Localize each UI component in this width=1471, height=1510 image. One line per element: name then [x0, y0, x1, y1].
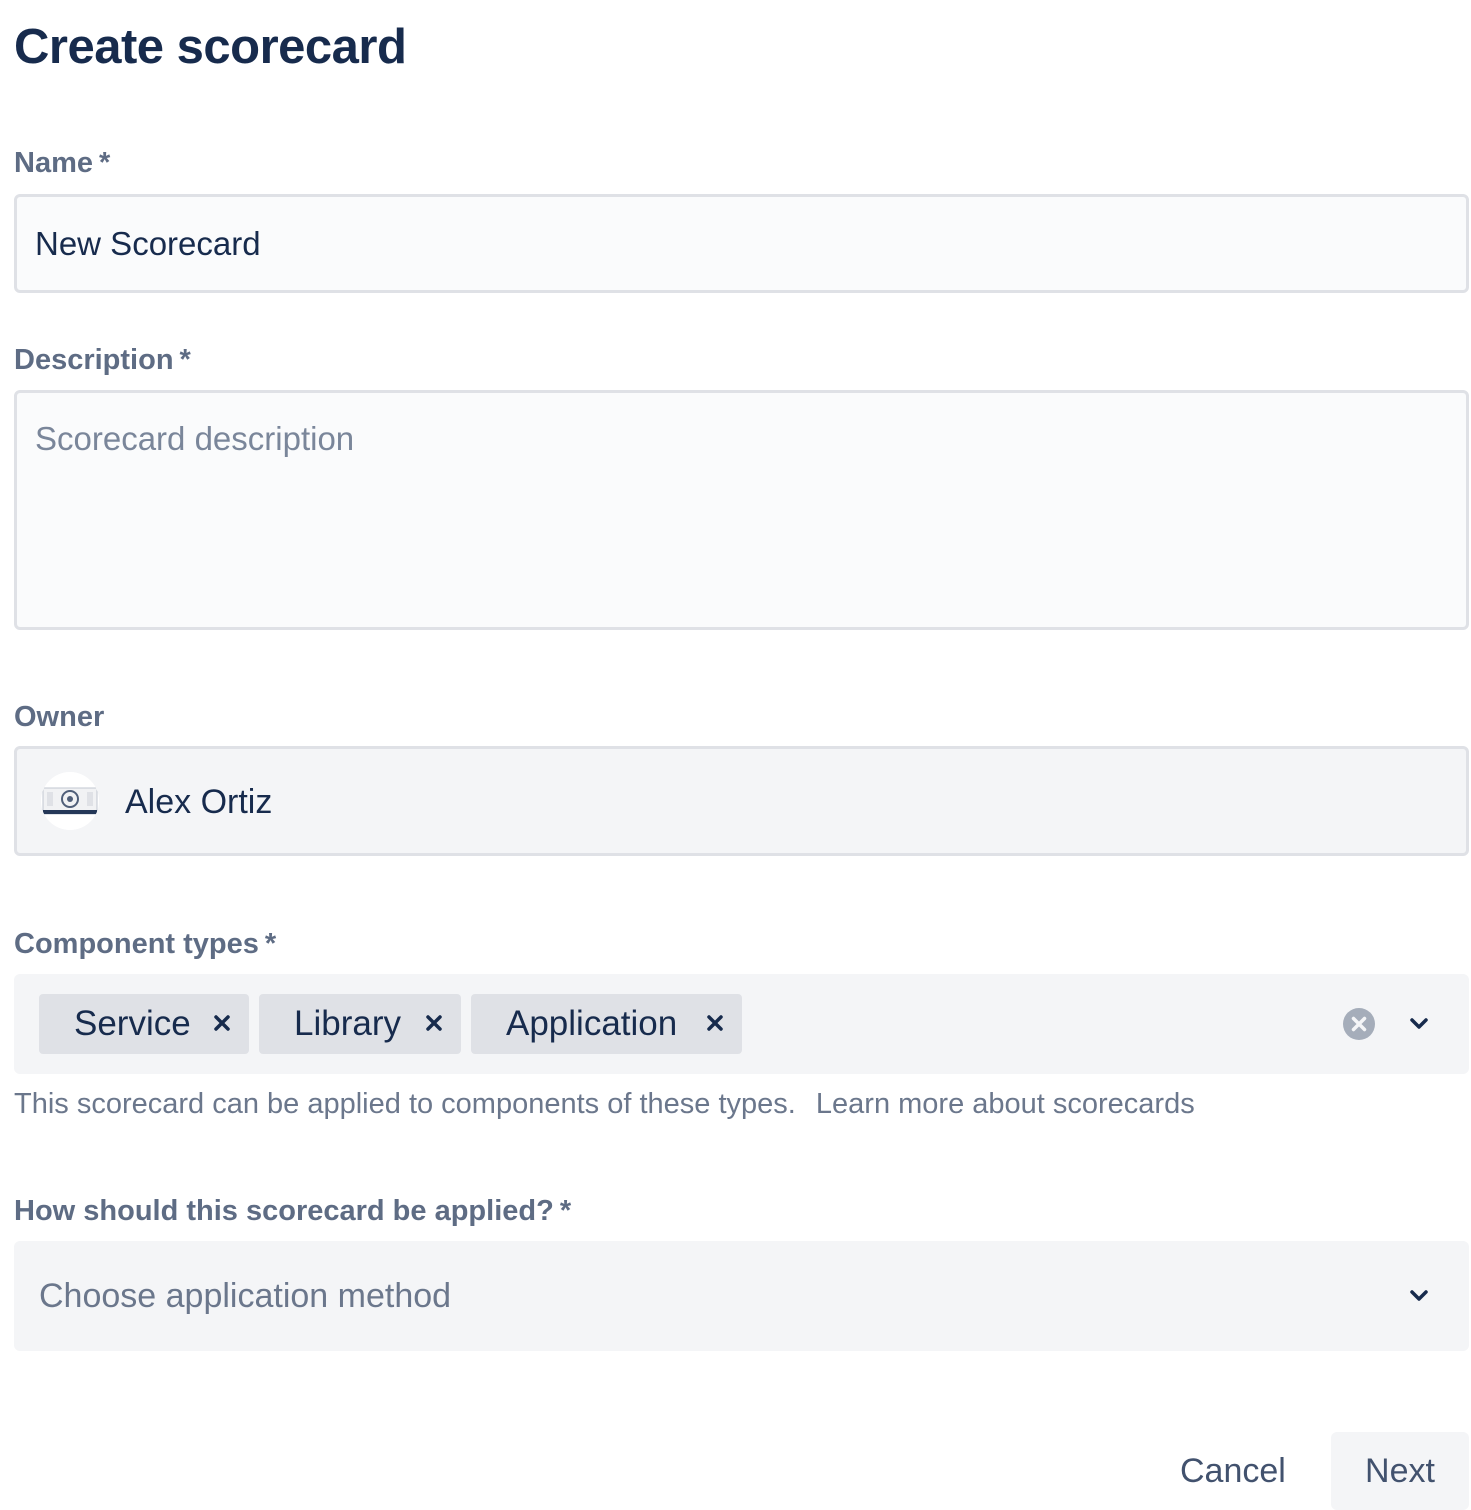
- owner-field[interactable]: Alex Ortiz: [14, 746, 1469, 856]
- owner-name: Alex Ortiz: [125, 783, 273, 821]
- cancel-button[interactable]: Cancel: [1150, 1432, 1316, 1510]
- application-method-select[interactable]: Choose application method: [14, 1241, 1469, 1351]
- required-marker: *: [179, 344, 191, 376]
- close-icon[interactable]: [419, 1008, 449, 1038]
- learn-more-link[interactable]: Learn more about scorecards: [816, 1088, 1195, 1120]
- description-textarea[interactable]: [14, 390, 1469, 630]
- helper-text: This scorecard can be applied to compone…: [14, 1088, 796, 1120]
- required-marker: *: [264, 928, 277, 960]
- chip-application: Application: [471, 994, 742, 1054]
- close-icon[interactable]: [207, 1008, 237, 1038]
- chip-service: Service: [39, 994, 249, 1054]
- chevron-down-icon[interactable]: [1405, 1282, 1433, 1310]
- chevron-down-icon[interactable]: [1405, 1010, 1433, 1038]
- name-input[interactable]: [14, 194, 1469, 293]
- component-types-select[interactable]: Service Library Application: [14, 974, 1469, 1074]
- component-types-label-text: Component types: [14, 928, 259, 960]
- description-label: Description *: [14, 342, 191, 378]
- chip-label: Application: [506, 1004, 678, 1043]
- chip-label: Library: [294, 1004, 401, 1043]
- page-title: Create scorecard: [14, 20, 407, 74]
- component-types-label: Component types *: [14, 926, 276, 962]
- description-label-text: Description: [14, 344, 174, 376]
- next-button[interactable]: Next: [1331, 1432, 1469, 1510]
- application-method-label: How should this scorecard be applied? *: [14, 1193, 571, 1229]
- owner-label-text: Owner: [14, 701, 105, 733]
- close-icon[interactable]: [700, 1008, 730, 1038]
- component-types-helper: This scorecard can be applied to compone…: [14, 1086, 1195, 1122]
- application-method-label-text: How should this scorecard be applied?: [14, 1195, 554, 1227]
- required-marker: *: [559, 1195, 572, 1227]
- select-placeholder: Choose application method: [39, 1277, 452, 1315]
- chip-label: Service: [74, 1004, 191, 1043]
- user-avatar-icon: [41, 772, 99, 830]
- name-label: Name *: [14, 145, 110, 181]
- clear-circle-icon[interactable]: [1342, 1007, 1376, 1041]
- name-label-text: Name: [14, 147, 93, 179]
- owner-label: Owner: [14, 699, 104, 735]
- required-marker: *: [99, 147, 111, 179]
- chip-library: Library: [259, 994, 461, 1054]
